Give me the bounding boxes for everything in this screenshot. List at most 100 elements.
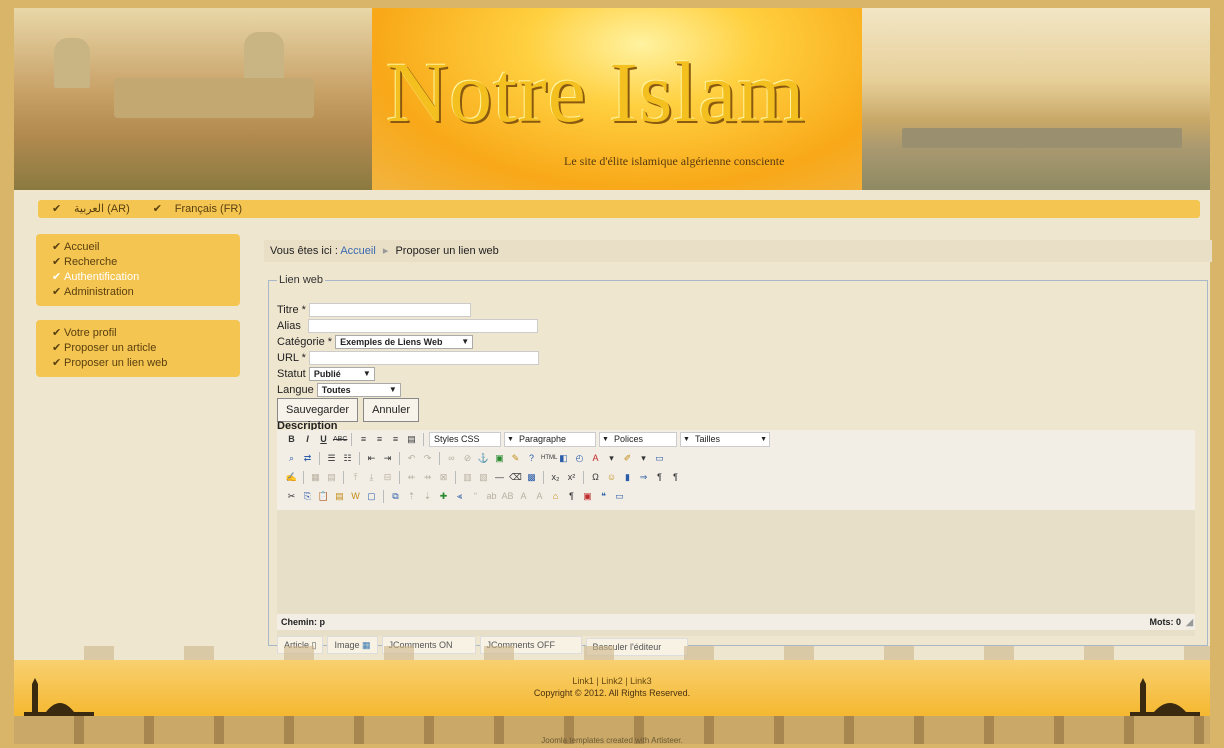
split-cells-icon[interactable]: ▧ <box>477 471 490 484</box>
statut-select[interactable]: Publié ▼ <box>308 367 375 382</box>
cite-icon[interactable]: “ <box>469 490 482 503</box>
indent-icon[interactable]: ⇥ <box>381 452 394 465</box>
strikethrough-icon[interactable]: ABC <box>333 433 347 446</box>
visual-aid-icon[interactable]: ▩ <box>525 471 538 484</box>
undo-icon[interactable]: ↶ <box>405 452 418 465</box>
align-left-icon[interactable]: ≡ <box>357 433 370 446</box>
find-icon[interactable]: ⌕ <box>285 452 298 465</box>
titre-input[interactable] <box>309 303 471 318</box>
footer-links[interactable]: Link1 | Link2 | Link3 <box>14 676 1210 686</box>
toolbar-separator <box>583 471 584 484</box>
font-select[interactable]: ▼ Polices <box>599 432 677 447</box>
blockquote-icon[interactable]: ❝ <box>597 490 610 503</box>
paste-icon[interactable]: 📋 <box>317 490 330 503</box>
align-center-icon[interactable]: ≡ <box>373 433 386 446</box>
del-icon[interactable]: A <box>517 490 530 503</box>
menu-item-votre-profil[interactable]: ✔ Votre profil <box>52 326 240 341</box>
datetime-icon[interactable]: ◴ <box>573 452 586 465</box>
cleanup-icon[interactable]: ✎ <box>509 452 522 465</box>
acronym-icon[interactable]: AB <box>501 490 514 503</box>
lang-fr[interactable]: ✔ Français (FR) <box>153 203 252 215</box>
style-icon[interactable]: ⫷ <box>453 490 466 503</box>
select-all-icon[interactable]: ▢ <box>365 490 378 503</box>
template-credit[interactable]: Joomla templates created with Artisteer. <box>14 736 1210 745</box>
highlight-color-icon[interactable]: ✐ <box>621 452 634 465</box>
styles-css-select[interactable]: Styles CSS <box>429 432 501 447</box>
table-icon[interactable]: ▦ <box>309 471 322 484</box>
horizontal-rule-icon[interactable]: — <box>493 471 506 484</box>
col-delete-icon[interactable]: ⊠ <box>437 471 450 484</box>
table-props-icon[interactable]: ▤ <box>325 471 338 484</box>
paste-text-icon[interactable]: ▤ <box>333 490 346 503</box>
help-icon[interactable]: ? <box>525 452 538 465</box>
template-icon[interactable]: ▣ <box>581 490 594 503</box>
bold-icon[interactable]: B <box>285 433 298 446</box>
ins-icon[interactable]: A <box>533 490 546 503</box>
row-before-icon[interactable]: ⤒ <box>349 471 362 484</box>
bullet-list-icon[interactable]: ☰ <box>325 452 338 465</box>
format-select[interactable]: ▼ Paragraphe <box>504 432 596 447</box>
chevron-down-icon[interactable]: ▾ <box>605 452 618 465</box>
attribs-icon[interactable]: ⌂ <box>549 490 562 503</box>
menu-item-administration[interactable]: ✔ Administration <box>52 285 240 300</box>
ltr-icon[interactable]: ⇒ <box>637 471 650 484</box>
paste-word-icon[interactable]: W <box>349 490 362 503</box>
show-blocks-icon[interactable]: ¶ <box>565 490 578 503</box>
row-after-icon[interactable]: ⤓ <box>365 471 378 484</box>
replace-icon[interactable]: ⇄ <box>301 452 314 465</box>
menu-item-recherche[interactable]: ✔ Recherche <box>52 255 240 270</box>
subscript-icon[interactable]: x₂ <box>549 471 562 484</box>
size-select[interactable]: ▼ Tailles ▼ <box>680 432 770 447</box>
align-right-icon[interactable]: ≡ <box>389 433 402 446</box>
menu-item-accueil[interactable]: ✔ Accueil <box>52 240 240 255</box>
underline-icon[interactable]: U <box>317 433 330 446</box>
cut-icon[interactable]: ✂ <box>285 490 298 503</box>
abbr-icon[interactable]: ab <box>485 490 498 503</box>
row-delete-icon[interactable]: ⊟ <box>381 471 394 484</box>
resize-handle-icon[interactable]: ◢ <box>1186 614 1193 630</box>
anchor-icon[interactable]: ⚓ <box>477 452 490 465</box>
special-char-icon[interactable]: Ω <box>589 471 602 484</box>
text-color-icon[interactable]: A <box>589 452 602 465</box>
move-backward-icon[interactable]: ⇣ <box>421 490 434 503</box>
superscript-icon[interactable]: x² <box>565 471 578 484</box>
emoticon-icon[interactable]: ☺ <box>605 471 618 484</box>
media-icon[interactable]: ▮ <box>621 471 634 484</box>
html-icon[interactable]: HTML <box>541 452 557 465</box>
site-title: Notre Islam <box>386 44 806 140</box>
edit-icon[interactable]: ✍ <box>285 471 298 484</box>
layer-icon[interactable]: ⧉ <box>389 490 402 503</box>
numbered-list-icon[interactable]: ☷ <box>341 452 354 465</box>
chevron-down-icon[interactable]: ▾ <box>637 452 650 465</box>
editor-statusbar: Chemin: p Mots: 0 ◢ <box>277 614 1195 630</box>
col-after-icon[interactable]: ⇸ <box>421 471 434 484</box>
align-justify-icon[interactable]: ▤ <box>405 433 418 446</box>
col-before-icon[interactable]: ⇷ <box>405 471 418 484</box>
fullscreen-icon[interactable]: ▭ <box>653 452 666 465</box>
outdent-icon[interactable]: ⇤ <box>365 452 378 465</box>
alias-input[interactable] <box>307 319 538 334</box>
unlink-icon[interactable]: ⊘ <box>461 452 474 465</box>
merge-cells-icon[interactable]: ▥ <box>461 471 474 484</box>
lang-ar[interactable]: ✔ العربية (AR) <box>52 203 140 215</box>
rtl-icon[interactable]: ¶ <box>653 471 666 484</box>
italic-icon[interactable]: I <box>301 433 314 446</box>
preview-icon[interactable]: ◧ <box>557 452 570 465</box>
langue-select[interactable]: Toutes ▼ <box>316 383 401 398</box>
image-icon[interactable]: ▣ <box>493 452 506 465</box>
cancel-button[interactable]: Annuler <box>363 398 419 422</box>
categorie-select[interactable]: Exemples de Liens Web ▼ <box>335 335 474 350</box>
menu-item-proposer-article[interactable]: ✔ Proposer un article <box>52 341 240 356</box>
absolute-icon[interactable]: ✚ <box>437 490 450 503</box>
code-icon[interactable]: ▭ <box>613 490 626 503</box>
url-input[interactable] <box>309 351 539 366</box>
breadcrumb-home-link[interactable]: Accueil <box>340 245 375 257</box>
menu-item-authentification[interactable]: ✔ Authentification <box>52 270 240 285</box>
copy-icon[interactable]: ⎘ <box>301 490 314 503</box>
ltr-paragraph-icon[interactable]: ¶ <box>669 471 682 484</box>
remove-format-icon[interactable]: ⌫ <box>509 471 522 484</box>
redo-icon[interactable]: ↷ <box>421 452 434 465</box>
move-forward-icon[interactable]: ⇡ <box>405 490 418 503</box>
menu-item-proposer-lien[interactable]: ✔ Proposer un lien web <box>52 356 240 371</box>
link-icon[interactable]: ∞ <box>445 452 458 465</box>
